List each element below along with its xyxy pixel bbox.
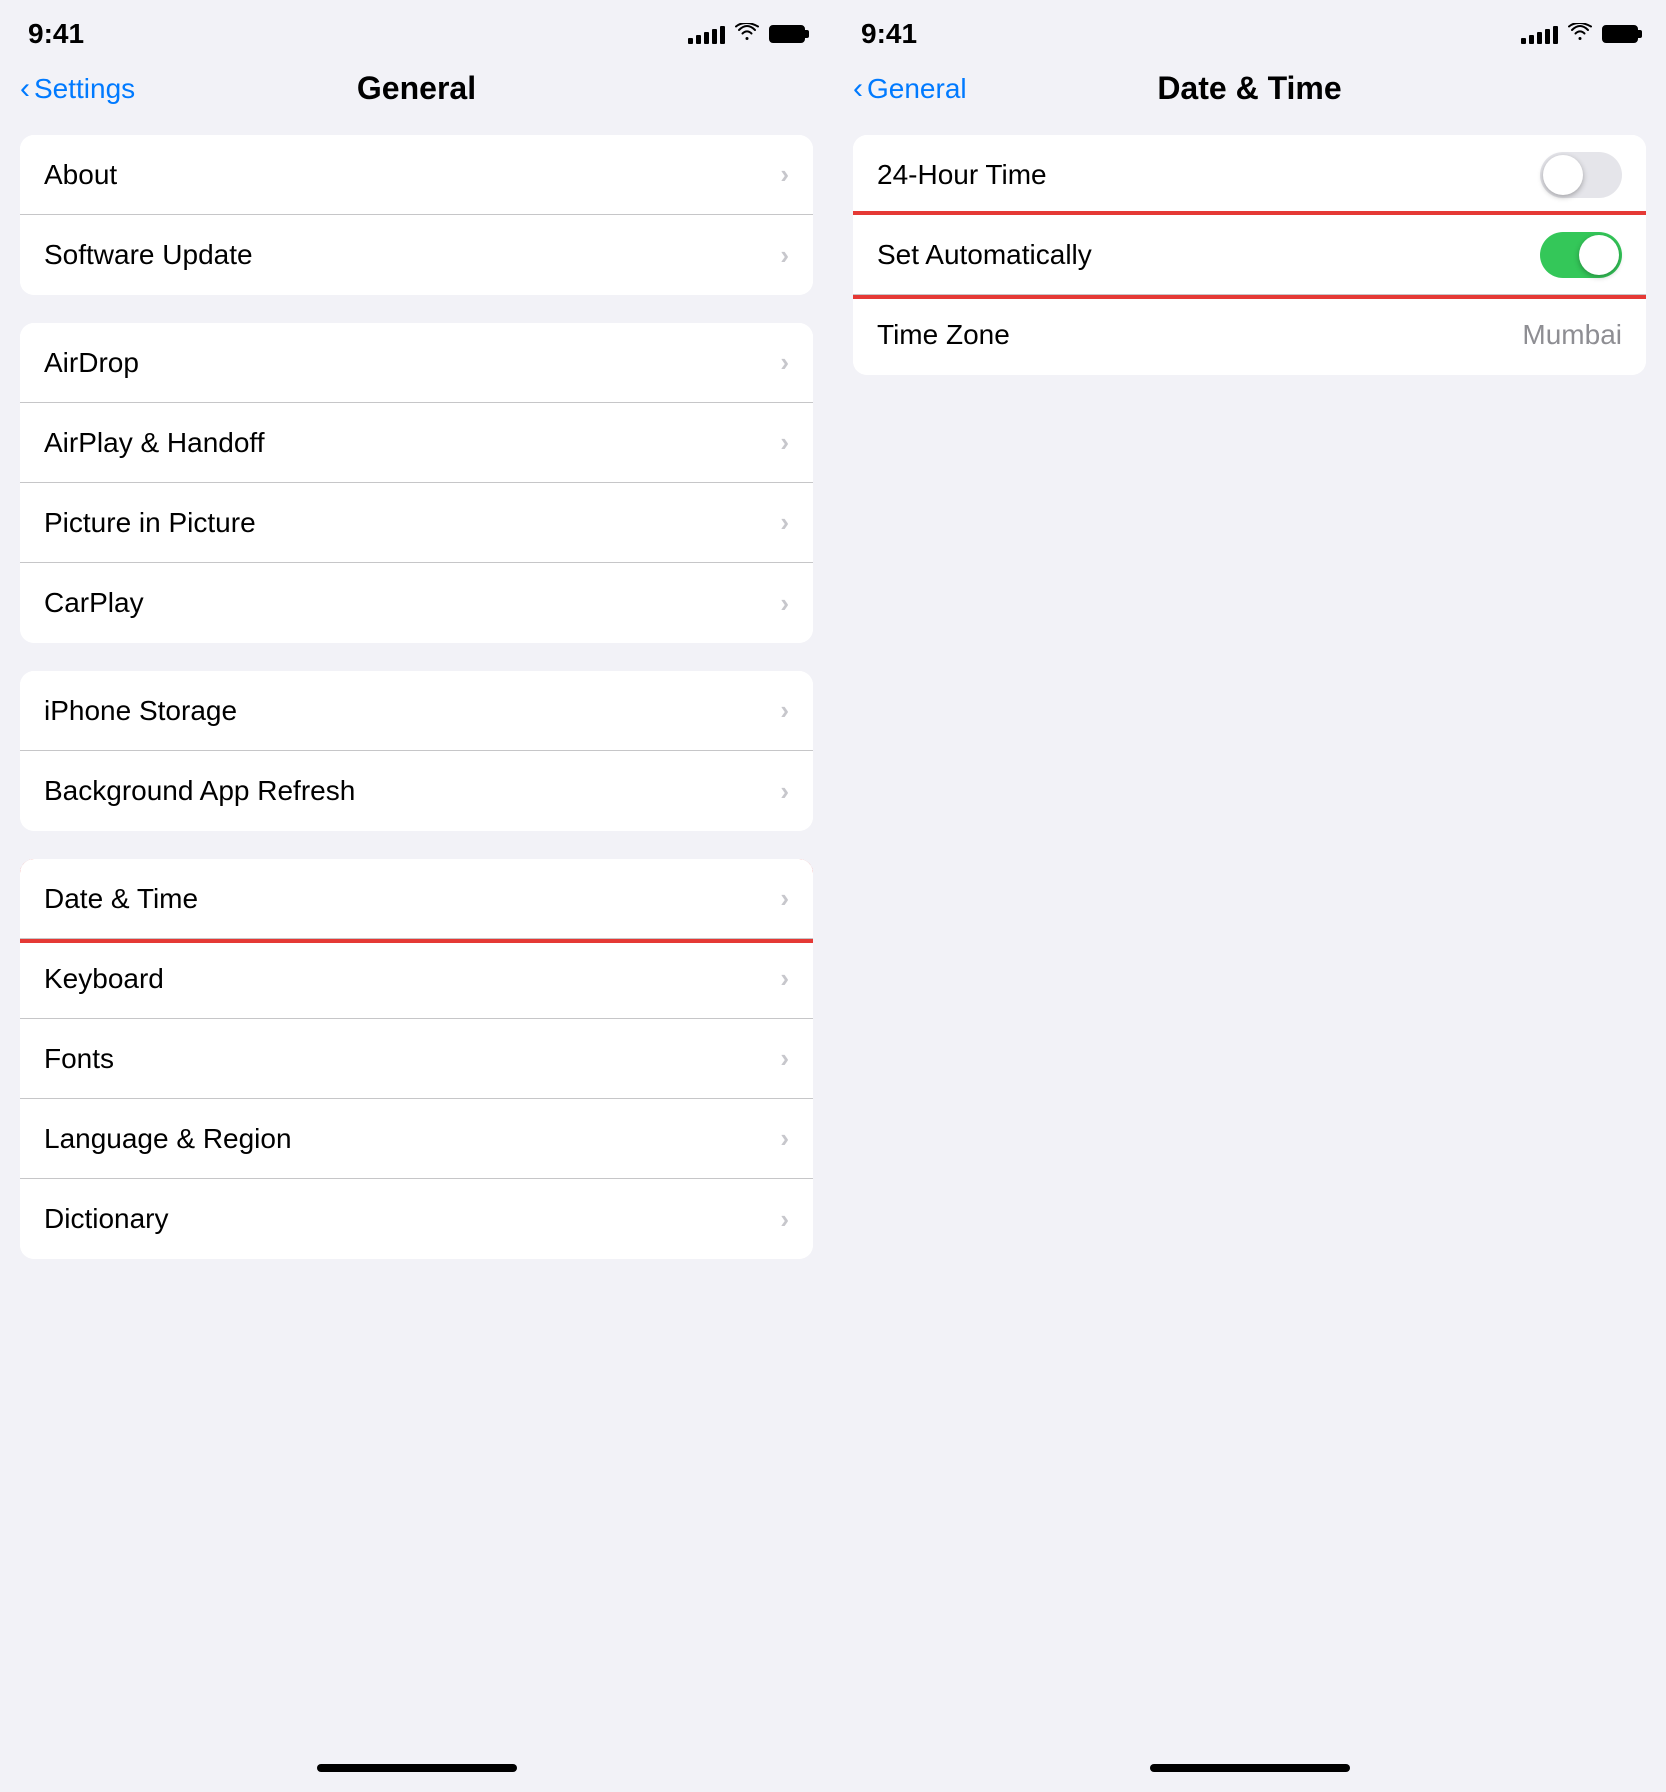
settings-row-keyboard[interactable]: Keyboard › xyxy=(20,939,813,1019)
chevron-icon: › xyxy=(780,1123,789,1154)
toggle-knob-set-automatically xyxy=(1579,235,1619,275)
chevron-icon: › xyxy=(780,159,789,190)
settings-row-dictionary[interactable]: Dictionary › xyxy=(20,1179,813,1259)
back-label-right: General xyxy=(867,73,967,105)
settings-row-iphone-storage[interactable]: iPhone Storage › xyxy=(20,671,813,751)
back-button-left[interactable]: ‹ Settings xyxy=(20,72,135,106)
back-label-left: Settings xyxy=(34,73,135,105)
status-icons-right xyxy=(1521,21,1638,47)
settings-row-fonts[interactable]: Fonts › xyxy=(20,1019,813,1099)
nav-header-left: ‹ Settings General xyxy=(0,58,833,119)
settings-row-airdrop[interactable]: AirDrop › xyxy=(20,323,813,403)
home-indicator-right xyxy=(1150,1764,1350,1772)
battery-icon xyxy=(769,25,805,43)
settings-group-4: Date & Time › Keyboard › Fonts › Languag… xyxy=(20,859,813,1259)
settings-row-picture-in-picture[interactable]: Picture in Picture › xyxy=(20,483,813,563)
left-panel: 9:41 ‹ Settings xyxy=(0,0,833,1792)
battery-icon-right xyxy=(1602,25,1638,43)
page-title-right: Date & Time xyxy=(1157,70,1341,107)
settings-row-date-time[interactable]: Date & Time › xyxy=(20,859,813,939)
page-title-left: General xyxy=(357,70,476,107)
settings-group-2: AirDrop › AirPlay & Handoff › Picture in… xyxy=(20,323,813,643)
settings-list-left: About › Software Update › AirDrop › xyxy=(0,119,833,1764)
settings-row-background-app-refresh[interactable]: Background App Refresh › xyxy=(20,751,813,831)
chevron-icon: › xyxy=(780,1043,789,1074)
toggle-24hour[interactable] xyxy=(1540,152,1622,198)
right-panel: 9:41 ‹ General xyxy=(833,0,1666,1792)
signal-icon xyxy=(688,24,725,44)
back-button-right[interactable]: ‹ General xyxy=(853,72,967,106)
chevron-icon: › xyxy=(780,240,789,271)
settings-row-software-update[interactable]: Software Update › xyxy=(20,215,813,295)
settings-group-3: iPhone Storage › Background App Refresh … xyxy=(20,671,813,831)
chevron-icon: › xyxy=(780,427,789,458)
status-icons-left xyxy=(688,21,805,47)
chevron-icon: › xyxy=(780,507,789,538)
home-indicator-left xyxy=(317,1764,517,1772)
back-chevron-left: ‹ xyxy=(20,72,30,106)
toggle-knob-24hour xyxy=(1543,155,1583,195)
settings-list-right: 24-Hour Time Set Automatically Time Zone… xyxy=(833,119,1666,1764)
settings-row-airplay-handoff[interactable]: AirPlay & Handoff › xyxy=(20,403,813,483)
settings-row-time-zone[interactable]: Time Zone Mumbai xyxy=(853,295,1646,375)
settings-row-carplay[interactable]: CarPlay › xyxy=(20,563,813,643)
settings-group-1: About › Software Update › xyxy=(20,135,813,295)
toggle-set-automatically[interactable] xyxy=(1540,232,1622,278)
time-zone-value: Mumbai xyxy=(1522,319,1622,351)
chevron-icon: › xyxy=(780,963,789,994)
settings-row-language-region[interactable]: Language & Region › xyxy=(20,1099,813,1179)
wifi-icon xyxy=(735,21,759,47)
nav-header-right: ‹ General Date & Time xyxy=(833,58,1666,119)
status-bar-left: 9:41 xyxy=(0,0,833,54)
chevron-icon: › xyxy=(780,588,789,619)
wifi-icon-right xyxy=(1568,21,1592,47)
datetime-group-1: 24-Hour Time Set Automatically Time Zone… xyxy=(853,135,1646,375)
settings-row-24hour[interactable]: 24-Hour Time xyxy=(853,135,1646,215)
chevron-icon: › xyxy=(780,776,789,807)
chevron-icon: › xyxy=(780,883,789,914)
status-bar-right: 9:41 xyxy=(833,0,1666,54)
status-time-right: 9:41 xyxy=(861,18,917,50)
back-chevron-right: ‹ xyxy=(853,72,863,106)
chevron-icon: › xyxy=(780,695,789,726)
settings-row-about[interactable]: About › xyxy=(20,135,813,215)
chevron-icon: › xyxy=(780,1204,789,1235)
signal-icon-right xyxy=(1521,24,1558,44)
status-time-left: 9:41 xyxy=(28,18,84,50)
chevron-icon: › xyxy=(780,347,789,378)
settings-row-set-automatically[interactable]: Set Automatically xyxy=(853,215,1646,295)
